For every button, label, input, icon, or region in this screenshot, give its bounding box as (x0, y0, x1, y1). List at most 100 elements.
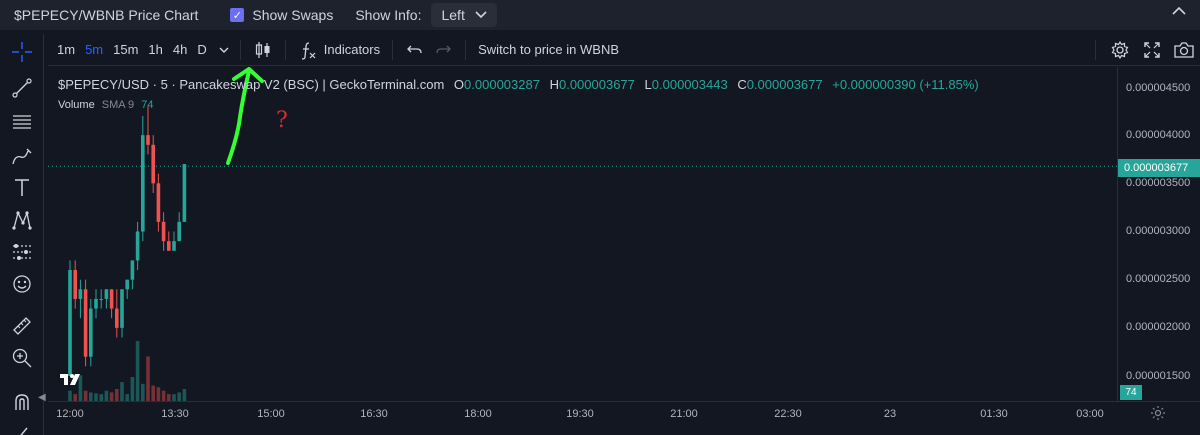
change-value: +0.000000390 (+11.85%) (832, 77, 979, 92)
chart-header: $PEPECY/WBNB Price Chart ✓ Show Swaps Sh… (0, 0, 1200, 30)
show-info-label: Show Info: (355, 7, 422, 23)
candle-body (83, 289, 88, 357)
candle-body (78, 289, 83, 299)
low-key: L (644, 77, 652, 92)
volume-bar (182, 389, 187, 401)
trend-line-tool[interactable] (8, 74, 36, 102)
price-axis-label: 0.000001500 (1126, 370, 1191, 382)
time-axis[interactable]: 12:00 13:30 15:00 16:30 18:00 19:30 21:0… (48, 401, 1200, 435)
chart-pane[interactable] (48, 67, 1117, 401)
volume-bar (73, 394, 77, 401)
toolbar-divider (239, 39, 241, 60)
candle-body (182, 164, 187, 222)
drawing-toolbar (0, 34, 44, 435)
snapshot-button[interactable] (1168, 40, 1200, 60)
symbol-label: $PEPECY/USD · 5 · Pancakeswap V2 (BSC) |… (58, 77, 445, 92)
time-axis-label: 12:00 (56, 408, 84, 420)
candle-body (151, 144, 155, 184)
text-t-icon (15, 179, 29, 196)
show-info-select[interactable]: Left (431, 3, 497, 27)
crosshair-tool[interactable] (8, 38, 36, 66)
candle-body (120, 289, 124, 328)
ruler-icon (13, 317, 31, 335)
prediction-tool[interactable] (8, 238, 36, 266)
time-axis-label: 01:30 (980, 408, 1008, 420)
volume-bar (172, 394, 176, 401)
last-price-badge: 0.000003677 (1118, 159, 1200, 177)
icon-tool[interactable] (8, 270, 36, 298)
time-axis-label: 03:00 (1076, 408, 1104, 420)
undo-icon[interactable] (405, 42, 425, 58)
pencil-icon (20, 427, 28, 435)
candle-body (135, 231, 140, 261)
open-key: O (453, 77, 465, 92)
timeframe-15m[interactable]: 15m (108, 42, 143, 57)
candle-body (68, 270, 72, 376)
close-key: C (737, 77, 747, 92)
indicators-label: Indicators (323, 42, 381, 57)
trend-line-icon (12, 78, 32, 98)
magnet-icon (15, 394, 29, 410)
timeframe-4h[interactable]: 4h (168, 42, 192, 57)
candle-body (161, 221, 166, 242)
camera-icon (1174, 42, 1194, 58)
show-swaps-label: Show Swaps (252, 7, 334, 23)
volume-sma-label: SMA 9 (101, 99, 135, 111)
volume-bar (161, 390, 166, 401)
text-tool[interactable] (8, 174, 36, 202)
time-axis-label: 15:00 (257, 408, 285, 420)
settings-button[interactable] (1104, 40, 1136, 60)
time-axis-label: 22:30 (774, 408, 802, 420)
timeframe-1h[interactable]: 1h (143, 42, 167, 57)
price-axis-label: 0.000002500 (1126, 273, 1191, 285)
timeframe-1d[interactable]: D (192, 42, 211, 57)
redo-icon[interactable] (433, 42, 453, 58)
pattern-tool[interactable] (8, 206, 36, 234)
toolbar-divider (392, 39, 394, 60)
volume-bar (125, 394, 129, 401)
chart-toolbar: 1m 5m 15m 1h 4h D Indicators Switch to p… (48, 34, 1200, 66)
time-axis-label: 13:30 (161, 408, 189, 420)
volume-bar (135, 341, 140, 401)
collapse-arrow-icon[interactable]: ◀ (38, 392, 46, 403)
gear-icon (1111, 40, 1129, 60)
fib-retracement-tool[interactable] (8, 108, 36, 136)
measure-tool[interactable] (8, 312, 36, 340)
candle-body (177, 221, 181, 242)
lock-drawings-tool[interactable] (8, 420, 36, 435)
axis-settings-gear-icon[interactable] (1150, 405, 1166, 421)
function-fx-icon (301, 41, 316, 60)
volume-bar (104, 390, 109, 401)
candle-body (94, 298, 98, 309)
volume-bar (177, 392, 181, 401)
indicators-button[interactable]: Indicators (294, 40, 384, 60)
volume-bar (130, 377, 135, 401)
timeframe-dropdown-icon[interactable] (216, 45, 232, 55)
volume-bar (141, 383, 145, 401)
price-axis[interactable]: 0.000004500 0.000004000 0.000003500 0.00… (1117, 67, 1200, 401)
candle-body (130, 260, 135, 280)
zoom-in-tool[interactable] (8, 344, 36, 372)
show-swaps-checkbox[interactable]: ✓ Show Swaps (230, 7, 333, 23)
zoom-in-icon (12, 348, 32, 368)
chevron-up-icon[interactable] (1172, 6, 1186, 16)
volume-legend: Volume SMA 9 74 (58, 99, 153, 111)
brush-tool[interactable] (8, 142, 36, 170)
toolbar-divider (465, 39, 467, 60)
magnet-tool[interactable] (8, 388, 36, 416)
volume-bar (156, 387, 161, 401)
switch-price-wbnb-button[interactable]: Switch to price in WBNB (474, 42, 623, 57)
time-axis-label: 21:00 (670, 408, 698, 420)
candlestick-chart-type-icon[interactable] (253, 40, 273, 60)
timeframe-1m[interactable]: 1m (52, 42, 80, 57)
price-axis-label: 0.000004500 (1126, 82, 1191, 94)
question-mark-annotation: ? (276, 108, 288, 133)
volume-bar (89, 392, 93, 401)
timeframe-5m[interactable]: 5m (80, 42, 108, 57)
price-axis-label: 0.000004000 (1126, 129, 1191, 141)
time-axis-label: 18:00 (464, 408, 492, 420)
volume-label: Volume (58, 99, 95, 111)
brush-icon (12, 148, 32, 165)
fullscreen-button[interactable] (1136, 40, 1168, 60)
checkmark-icon: ✓ (230, 8, 245, 22)
